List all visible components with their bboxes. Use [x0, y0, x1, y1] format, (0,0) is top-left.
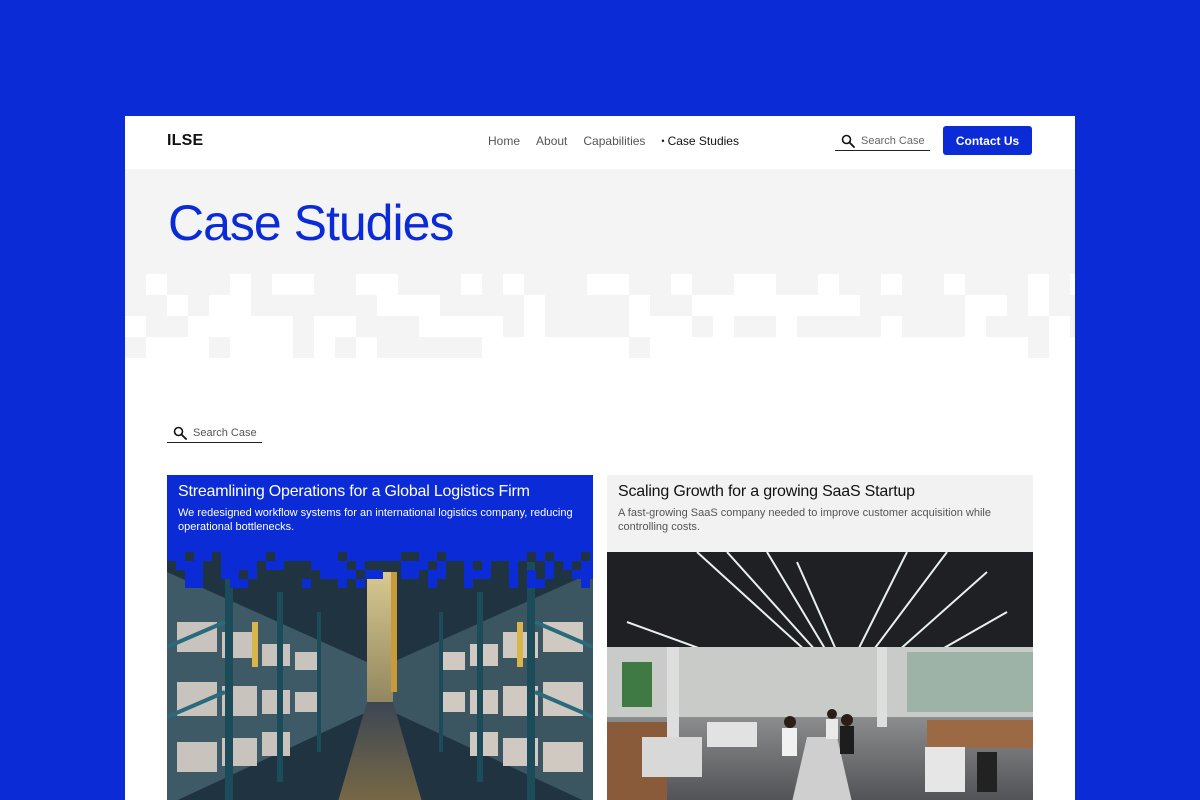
case-card-description: We redesigned workflow systems for an in…	[178, 507, 573, 533]
search-icon	[173, 426, 187, 440]
case-search-placeholder: Search Case	[193, 426, 257, 439]
search-icon	[841, 134, 855, 148]
header-search-placeholder: Search Case	[861, 134, 925, 147]
case-card-logistics[interactable]: Streamlining Operations for a Global Log…	[167, 475, 593, 800]
case-card-saas[interactable]: Scaling Growth for a growing SaaS Startu…	[607, 475, 1033, 800]
site-header: ILSE Home About Capabilities Case Studie…	[125, 116, 1075, 169]
open-office-image	[607, 552, 1033, 800]
page-frame: ILSE Home About Capabilities Case Studie…	[125, 116, 1075, 800]
logo[interactable]: ILSE	[167, 132, 203, 150]
nav-item-case-studies[interactable]: Case Studies	[661, 134, 739, 148]
warehouse-aisle-image	[167, 552, 593, 800]
header-search-input[interactable]: Search Case	[835, 131, 930, 151]
case-card-title: Scaling Growth for a growing SaaS Startu…	[618, 483, 915, 500]
contact-us-button[interactable]: Contact Us	[943, 126, 1032, 155]
case-card-title: Streamlining Operations for a Global Log…	[178, 483, 530, 500]
nav-item-about[interactable]: About	[536, 134, 567, 148]
pixel-pattern-decoration	[125, 274, 1075, 358]
nav-item-home[interactable]: Home	[488, 134, 520, 148]
case-search-input[interactable]: Search Case	[167, 423, 262, 443]
hero-section: Case Studies	[125, 169, 1075, 274]
main-nav: Home About Capabilities Case Studies	[488, 134, 739, 148]
case-card-description: A fast-growing SaaS company needed to im…	[618, 507, 991, 533]
nav-item-capabilities[interactable]: Capabilities	[583, 134, 645, 148]
page-title: Case Studies	[168, 195, 454, 251]
